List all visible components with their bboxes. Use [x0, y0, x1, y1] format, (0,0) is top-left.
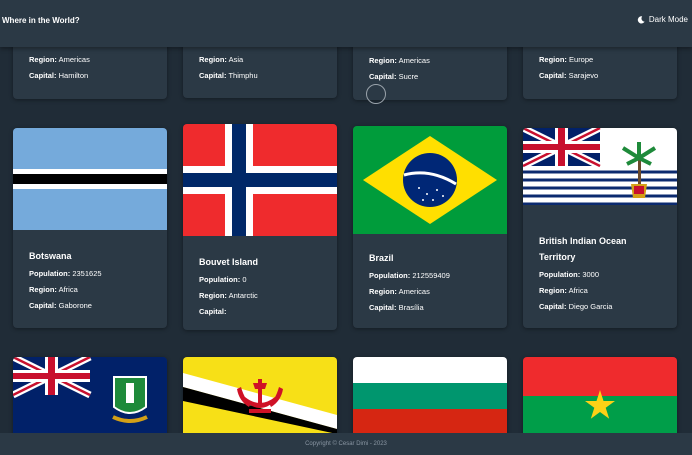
country-name: Brazil — [369, 253, 394, 263]
flag-bulgaria — [353, 357, 507, 434]
dark-mode-label: Dark Mode — [648, 15, 688, 24]
flag-british-indian-ocean-territory — [523, 128, 677, 205]
countries-grid: Region: Americas Capital: Hamilton Regio… — [0, 0, 692, 455]
country-capital: Capital: Hamilton — [29, 71, 89, 80]
country-card-botswana[interactable]: Botswana Population: 2351625 Region: Afr… — [13, 128, 167, 328]
country-region: Region: Africa — [29, 285, 78, 294]
country-region: Region: Asia — [199, 55, 244, 64]
country-population: Population: 2351625 — [29, 269, 102, 278]
app-title: Where in the World? — [2, 16, 80, 25]
country-capital: Capital: Sucre — [369, 72, 419, 81]
flag-british-virgin-islands — [13, 357, 167, 434]
country-region: Region: Europe — [539, 55, 594, 64]
country-card-brazil[interactable]: Brazil Population: 212559409 Region: Ame… — [353, 126, 507, 328]
flag-brazil — [353, 126, 507, 234]
country-region: Region: Africa — [539, 286, 588, 295]
country-region: Region: Americas — [29, 55, 90, 64]
country-region: Region: Americas — [369, 287, 430, 296]
country-capital: Capital: Gaborone — [29, 301, 92, 310]
country-capital: Capital: Thimphu — [199, 71, 258, 80]
flag-bouvet-island — [183, 124, 337, 236]
footer: Copyright © Cesar Dimi - 2023 — [0, 433, 692, 455]
country-population: Population: 212559409 — [369, 271, 450, 280]
country-name: Botswana — [29, 251, 72, 261]
dark-mode-toggle[interactable]: Dark Mode — [637, 15, 688, 24]
moon-icon — [637, 15, 645, 24]
country-population: Population: 0 — [199, 275, 247, 284]
country-capital: Capital: Sarajevo — [539, 71, 599, 80]
country-region: Region: Americas — [369, 56, 430, 65]
app-header: Where in the World? Dark Mode — [0, 0, 692, 47]
country-capital: Capital: — [199, 307, 227, 316]
flag-brunei — [183, 357, 337, 434]
country-capital: Capital: Brasília — [369, 303, 424, 312]
country-name: Bouvet Island — [199, 257, 259, 267]
country-card-british-indian-ocean-territory[interactable]: British Indian Ocean Territory Populatio… — [523, 128, 677, 328]
country-region: Region: Antarctic — [199, 291, 258, 300]
country-capital: Capital: Diego Garcia — [539, 302, 613, 311]
flag-botswana — [13, 128, 167, 230]
country-population: Population: 3000 — [539, 270, 600, 279]
copyright-text: Copyright © Cesar Dimi - 2023 — [305, 441, 387, 447]
flag-burkina-faso — [523, 357, 677, 434]
country-card-bouvet-island[interactable]: Bouvet Island Population: 0 Region: Anta… — [183, 124, 337, 330]
country-name: British Indian Ocean Territory — [539, 236, 627, 262]
loading-spinner-icon — [366, 84, 386, 104]
